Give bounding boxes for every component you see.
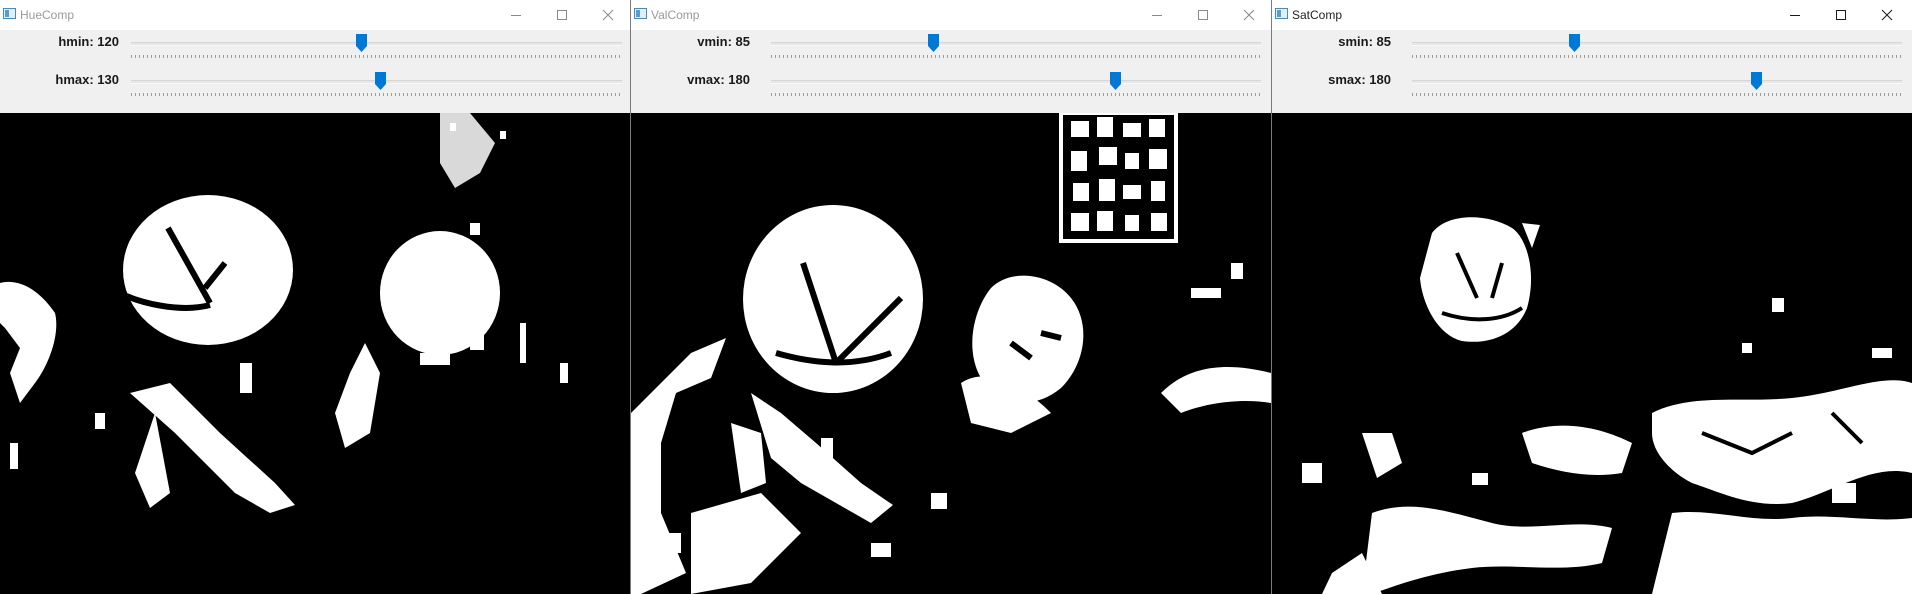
app-icon — [3, 8, 16, 19]
close-icon — [602, 9, 614, 21]
maximize-button[interactable] — [539, 0, 585, 30]
hue-mask-shapes — [0, 113, 568, 513]
minimize-button[interactable] — [1772, 0, 1818, 30]
hmin-slider-thumb[interactable] — [355, 34, 367, 52]
val-mask-image — [631, 113, 1271, 594]
close-button[interactable] — [1226, 0, 1271, 30]
smax-track[interactable] — [1412, 80, 1902, 84]
minimize-icon — [1152, 15, 1162, 16]
trackbar-panel: hmin: 120 hmax: 130 — [0, 30, 630, 113]
maximize-button[interactable] — [1180, 0, 1226, 30]
sat-mask-image — [1272, 113, 1912, 594]
title-bar[interactable]: ValComp — [631, 0, 1271, 30]
close-button[interactable] — [1864, 0, 1910, 30]
hmin-label: hmin: 120 — [58, 34, 119, 49]
vmin-slider-thumb[interactable] — [928, 34, 940, 52]
app-icon — [1275, 8, 1288, 19]
vmax-label: vmax: 180 — [687, 72, 750, 87]
hmax-label: hmax: 130 — [55, 72, 119, 87]
hmin-track[interactable] — [131, 42, 622, 46]
hmin-ticks — [131, 55, 622, 58]
close-icon — [1243, 9, 1255, 21]
minimize-icon — [1790, 15, 1800, 16]
smin-ticks — [1412, 55, 1902, 58]
smax-ticks — [1412, 93, 1902, 96]
smin-track[interactable] — [1412, 42, 1902, 46]
hue-mask-image — [0, 113, 630, 594]
close-icon — [1881, 9, 1893, 21]
minimize-icon — [511, 15, 521, 16]
smin-label: smin: 85 — [1338, 34, 1391, 49]
sat-mask-shapes — [1302, 217, 1912, 594]
window-title: SatComp — [1292, 8, 1343, 22]
vmax-slider-thumb[interactable] — [1109, 72, 1121, 90]
vmin-label: vmin: 85 — [697, 34, 750, 49]
val-mask-shapes — [631, 113, 1271, 594]
window-title: ValComp — [651, 8, 700, 22]
trackbar-panel: vmin: 85 vmax: 180 — [631, 30, 1271, 113]
maximize-icon — [1198, 10, 1208, 20]
title-bar[interactable]: HueComp — [0, 0, 630, 30]
title-bar[interactable]: SatComp — [1272, 0, 1912, 30]
smin-slider-thumb[interactable] — [1569, 34, 1581, 52]
app-icon — [634, 8, 647, 19]
maximize-icon — [557, 10, 567, 20]
valcomp-window: ValComp vmin: 85 vmax: 180 — [631, 0, 1271, 594]
vmin-track[interactable] — [771, 42, 1261, 46]
satcomp-window: SatComp smin: 85 smax: 180 — [1272, 0, 1912, 594]
minimize-button[interactable] — [493, 0, 539, 30]
close-button[interactable] — [585, 0, 630, 30]
minimize-button[interactable] — [1134, 0, 1180, 30]
huecomp-window: HueComp hmin: 120 hmax: 130 — [0, 0, 630, 594]
hmax-ticks — [131, 93, 622, 96]
hmax-slider-thumb[interactable] — [374, 72, 386, 90]
vmin-ticks — [771, 55, 1261, 58]
window-title: HueComp — [20, 8, 75, 22]
trackbar-panel: smin: 85 smax: 180 — [1272, 30, 1912, 113]
smax-label: smax: 180 — [1328, 72, 1391, 87]
smax-slider-thumb[interactable] — [1750, 72, 1762, 90]
maximize-icon — [1836, 10, 1846, 20]
maximize-button[interactable] — [1818, 0, 1864, 30]
vmax-track[interactable] — [771, 80, 1261, 84]
vmax-ticks — [771, 93, 1261, 96]
